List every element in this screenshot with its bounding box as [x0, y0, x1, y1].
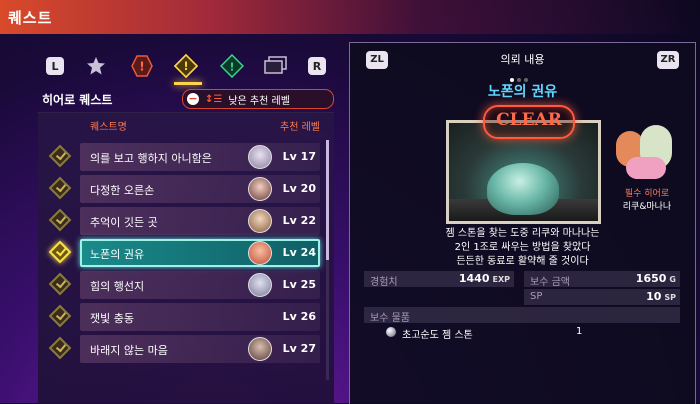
hero-avatar	[248, 337, 272, 361]
quest-row[interactable]: 추억이 깃든 곳 Lv 22	[38, 205, 334, 237]
quest-level: Lv 20	[282, 182, 316, 195]
check-diamond-icon	[48, 272, 72, 296]
list-header: 퀘스트명 추천 레벨	[38, 113, 334, 133]
check-diamond-icon	[48, 208, 72, 232]
quest-name: 힘의 행선지	[90, 280, 145, 293]
reward-item-quantity: 1	[576, 326, 583, 337]
detail-header: 의뢰 내용	[500, 53, 545, 66]
creature-illustration	[487, 163, 559, 215]
quest-row-selected[interactable]: 노폰의 권유 Lv 24	[38, 237, 334, 269]
check-diamond-icon	[48, 304, 72, 328]
sp-value: 10	[646, 290, 662, 303]
quest-row[interactable]: 잿빛 충동 Lv 26	[38, 301, 334, 333]
l-shoulder-button[interactable]: L	[46, 57, 64, 75]
exp-value: 1440	[458, 272, 490, 285]
quest-name: 잿빛 충동	[90, 312, 134, 325]
quest-name: 다정한 오른손	[90, 184, 155, 197]
quest-level: Lv 27	[282, 342, 316, 355]
quest-level: Lv 26	[282, 310, 316, 323]
exp-stat: 경험치 1440 EXP	[364, 271, 514, 288]
quest-row[interactable]: 힘의 행선지 Lv 25	[38, 269, 334, 301]
r-shoulder-button[interactable]: R	[308, 57, 326, 75]
svg-text:!: !	[183, 60, 188, 73]
hero-avatar	[248, 241, 272, 265]
page-dots	[510, 67, 540, 82]
sp-unit: SP	[664, 293, 676, 302]
quest-name: 노폰의 권유	[90, 248, 145, 261]
quest-level: Lv 22	[282, 214, 316, 227]
svg-text:!: !	[139, 60, 144, 74]
gold-unit: G	[669, 275, 676, 284]
exp-unit: EXP	[492, 275, 511, 284]
quest-name: 추억이 깃든 곳	[90, 216, 158, 229]
hero-avatar	[248, 177, 272, 201]
hero-avatar	[248, 209, 272, 233]
minus-button-icon: −	[187, 92, 199, 105]
hero-avatar	[248, 145, 272, 169]
required-hero-label: 필수 히어로	[624, 189, 670, 199]
description-line: 2인 1조로 싸우는 방법을 찾았다	[454, 242, 591, 253]
check-diamond-icon	[48, 240, 72, 264]
list-scrollbar[interactable]	[326, 140, 329, 380]
quest-list: 퀘스트명 추천 레벨 의를 보고 행하지 아니함은 Lv 17 다정한 오른손 …	[38, 112, 334, 404]
reward-item: 초고순도 젬 스톤 1	[384, 323, 624, 341]
yellow-exclamation-diamond-icon[interactable]: !	[174, 53, 198, 79]
description-line: 젬 스톤을 찾는 도중 리쿠와 마나나는	[445, 228, 600, 239]
gem-stone-icon	[386, 327, 396, 337]
reward-item-name: 초고순도 젬 스톤	[402, 330, 473, 341]
sort-label: 낮은 추천 레벨	[228, 95, 290, 107]
reward-header: 보수 물품	[364, 307, 680, 324]
check-diamond-icon	[48, 336, 72, 360]
top-title-bar: 퀘스트	[0, 0, 700, 34]
star-icon[interactable]	[84, 54, 108, 78]
sp-stat: SP 10 SP	[524, 289, 680, 305]
column-recommended-level: 추천 레벨	[280, 122, 320, 133]
clear-stamp: CLEAR	[483, 105, 575, 139]
section-title: 히어로 퀘스트	[42, 93, 113, 107]
description-line: 든든한 동료로 활약해 줄 것이다	[456, 256, 589, 267]
category-tabs: L ! ! ! R	[44, 52, 332, 85]
quest-row[interactable]: 의를 보고 행하지 아니함은 Lv 17	[38, 141, 334, 173]
quest-title: 노폰의 권유	[487, 84, 558, 100]
scrollbar-thumb[interactable]	[326, 140, 329, 260]
quest-name: 바래지 않는 마음	[90, 344, 168, 357]
quest-level: Lv 25	[282, 278, 316, 291]
gold-label: 보수 금액	[530, 277, 570, 288]
column-quest-name: 퀘스트명	[90, 122, 127, 133]
quest-detail-panel: ZL ZR 의뢰 내용 노폰의 권유 CLEAR 필수 히어로 리쿠&마나나 젬…	[349, 42, 696, 404]
green-exclamation-diamond-icon[interactable]: !	[220, 54, 244, 78]
quest-row[interactable]: 바래지 않는 마음 Lv 27	[38, 333, 334, 365]
check-diamond-icon	[48, 144, 72, 168]
check-diamond-icon	[48, 176, 72, 200]
sort-arrows-icon: ↕☰	[205, 93, 223, 105]
required-hero-name: 리쿠&마나나	[622, 202, 672, 212]
quest-description: 젬 스톤을 찾는 도중 리쿠와 마나나는 2인 1조로 싸우는 방법을 찾았다 …	[350, 227, 695, 269]
required-hero-portrait	[614, 123, 676, 185]
quest-level: Lv 17	[282, 150, 316, 163]
gold-value: 1650	[635, 272, 667, 285]
hero-avatar	[248, 273, 272, 297]
red-exclamation-hexagon-icon[interactable]: !	[130, 54, 154, 78]
gold-stat: 보수 금액 1650 G	[524, 271, 680, 288]
quest-level: Lv 24	[282, 246, 316, 259]
sp-label: SP	[530, 291, 543, 302]
reward-header-label: 보수 물품	[370, 313, 410, 324]
cards-icon[interactable]	[264, 54, 288, 78]
quest-row[interactable]: 다정한 오른손 Lv 20	[38, 173, 334, 205]
active-tab-indicator	[174, 82, 202, 85]
svg-text:!: !	[229, 61, 234, 74]
exp-label: 경험치	[370, 277, 398, 288]
screen-title: 퀘스트	[8, 9, 53, 27]
sort-toggle[interactable]: − ↕☰ 낮은 추천 레벨	[182, 89, 334, 109]
quest-name: 의를 보고 행하지 아니함은	[90, 152, 212, 165]
